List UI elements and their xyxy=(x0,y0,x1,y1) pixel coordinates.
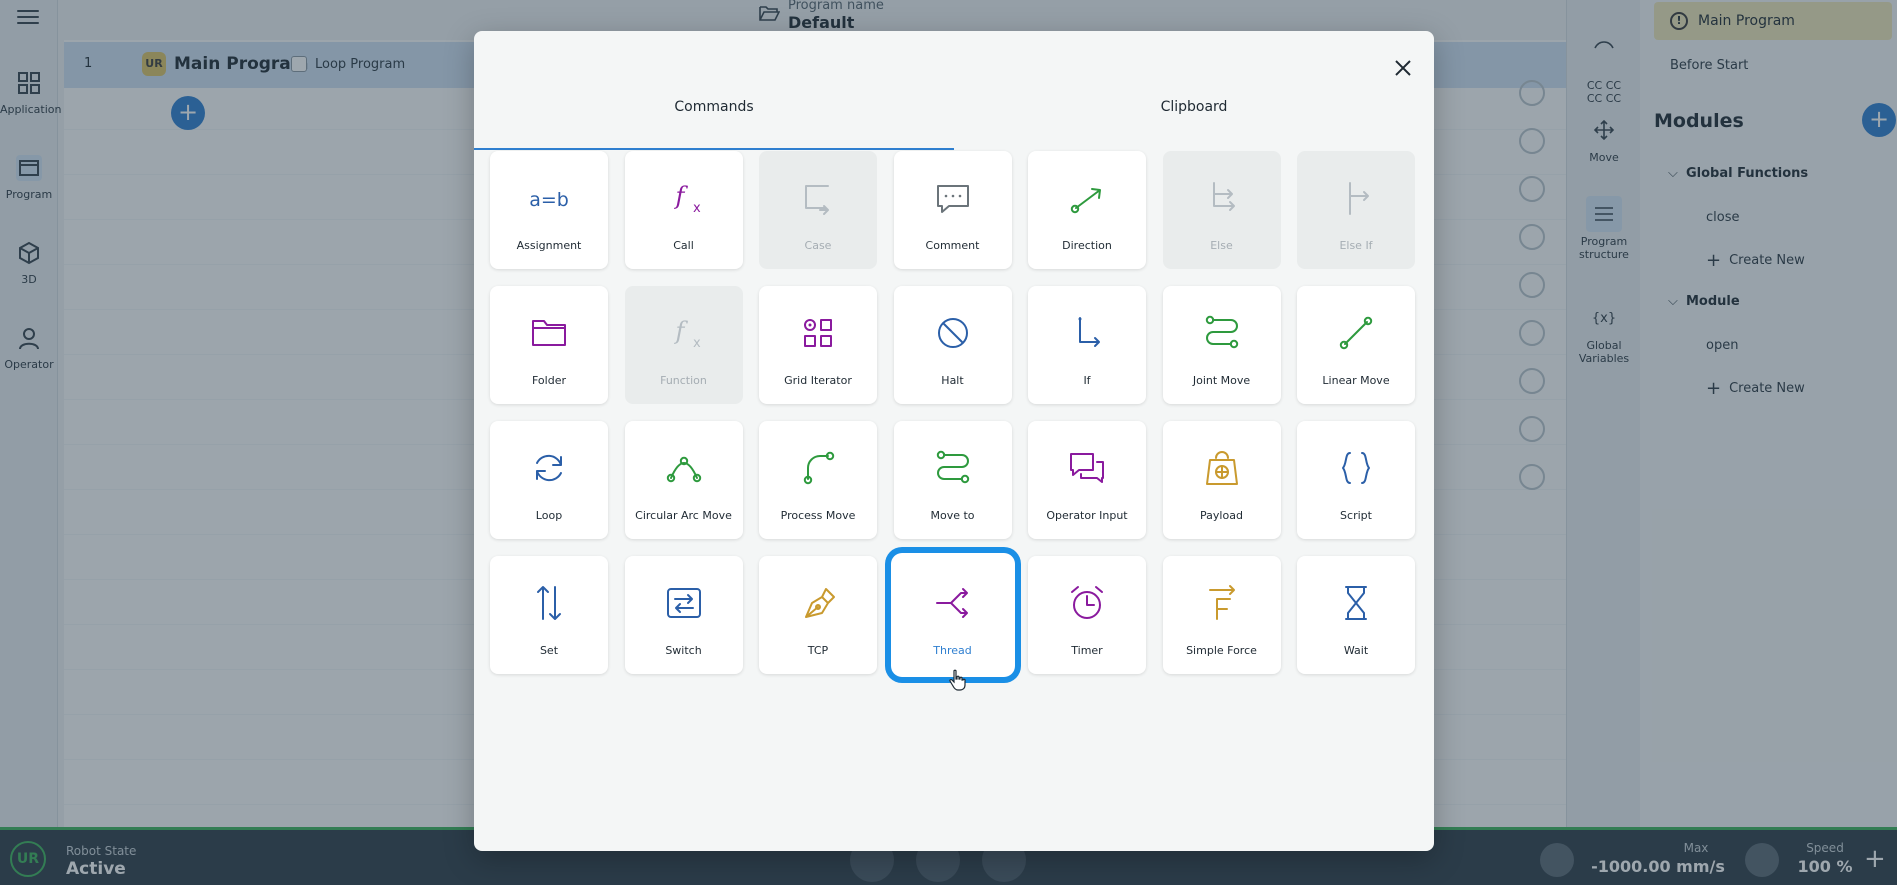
assignment-icon: a=b xyxy=(529,178,569,218)
command-label: Operator Input xyxy=(1046,509,1128,522)
command-label: Function xyxy=(660,374,707,387)
script-icon xyxy=(1336,448,1376,488)
command-label: Assignment xyxy=(516,239,582,252)
loop-icon xyxy=(529,448,569,488)
command-label: Loop xyxy=(535,509,563,522)
command-script-button[interactable]: Script xyxy=(1297,421,1415,539)
wait-icon xyxy=(1336,583,1376,623)
thread-icon xyxy=(933,583,973,623)
command-label: Script xyxy=(1340,509,1372,522)
command-label: Payload xyxy=(1200,509,1243,522)
command-set-button[interactable]: Set xyxy=(490,556,608,674)
command-tcp-button[interactable]: TCP xyxy=(759,556,877,674)
comment-icon xyxy=(933,178,973,218)
set-icon xyxy=(529,583,569,623)
joint-move-icon xyxy=(1202,313,1242,353)
command-label: Else xyxy=(1210,239,1233,252)
dialog-tabs: Commands Clipboard xyxy=(474,87,1434,151)
command-circular-arc-move-button[interactable]: Circular Arc Move xyxy=(624,421,743,539)
command-thread-button[interactable]: Thread xyxy=(893,556,1012,674)
command-switch-button[interactable]: Switch xyxy=(624,556,743,674)
command-label: Case xyxy=(804,239,832,252)
command-label: Direction xyxy=(1062,239,1112,252)
svg-text:x: x xyxy=(693,201,701,216)
command-label: Thread xyxy=(933,644,972,657)
command-label: Switch xyxy=(665,644,702,657)
else-if-icon xyxy=(1336,178,1376,218)
tab-clipboard[interactable]: Clipboard xyxy=(954,87,1434,151)
command-label: Circular Arc Move xyxy=(635,509,732,522)
command-loop-button[interactable]: Loop xyxy=(490,421,608,539)
command-label: Call xyxy=(673,239,694,252)
function-icon: fx xyxy=(664,313,704,353)
command-label: Timer xyxy=(1071,644,1103,657)
command-label: Move to xyxy=(930,509,975,522)
svg-text:f: f xyxy=(673,182,688,210)
tcp-icon xyxy=(798,583,838,623)
command-label: TCP xyxy=(807,644,829,657)
command-linear-move-button[interactable]: Linear Move xyxy=(1297,286,1415,404)
svg-text:f: f xyxy=(673,317,688,345)
command-else-button: Else xyxy=(1162,151,1281,269)
command-function-button: f x Function xyxy=(624,286,743,404)
command-assignment-button[interactable]: a=b Assignment xyxy=(490,151,608,269)
command-label: If xyxy=(1083,374,1091,387)
command-operator-input-button[interactable]: Operator Input xyxy=(1028,421,1146,539)
close-icon[interactable] xyxy=(1388,53,1418,83)
command-comment-button[interactable]: Comment xyxy=(893,151,1012,269)
command-label: Set xyxy=(539,644,559,657)
command-label: Else If xyxy=(1339,239,1373,252)
command-joint-move-button[interactable]: Joint Move xyxy=(1162,286,1281,404)
command-move-to-button[interactable]: Move to xyxy=(893,421,1012,539)
command-halt-button[interactable]: Halt xyxy=(893,286,1012,404)
svg-text:a=b: a=b xyxy=(529,189,569,211)
add-command-dialog: Commands Clipboard a=b Assignment f x Call Ca… xyxy=(474,31,1434,851)
svg-text:x: x xyxy=(693,336,701,351)
circular-arc-move-icon xyxy=(664,448,704,488)
command-label: Joint Move xyxy=(1192,374,1251,387)
grid-iterator-icon xyxy=(798,313,838,353)
command-wait-button[interactable]: Wait xyxy=(1297,556,1415,674)
command-else-if-button: Else If xyxy=(1297,151,1415,269)
tab-commands[interactable]: Commands xyxy=(474,87,954,150)
payload-icon xyxy=(1202,448,1242,488)
command-folder-button[interactable]: Folder xyxy=(490,286,608,404)
command-label: Folder xyxy=(532,374,566,387)
command-label: Halt xyxy=(941,374,964,387)
folder-icon xyxy=(529,313,569,353)
command-label: Comment xyxy=(925,239,980,252)
pointer-cursor-icon xyxy=(949,669,966,691)
linear-move-icon xyxy=(1336,313,1376,353)
command-if-button[interactable]: If xyxy=(1028,286,1146,404)
command-simple-force-button[interactable]: Simple Force xyxy=(1162,556,1281,674)
operator-input-icon xyxy=(1067,448,1107,488)
simple-force-icon xyxy=(1202,583,1242,623)
command-grid: a=b Assignment f x Call Case Comment Direction E… xyxy=(490,151,1418,674)
command-label: Simple Force xyxy=(1186,644,1257,657)
switch-icon xyxy=(664,583,704,623)
function-call-icon: fx xyxy=(664,178,704,218)
process-move-icon xyxy=(798,448,838,488)
else-icon xyxy=(1202,178,1242,218)
command-label: Linear Move xyxy=(1322,374,1390,387)
command-label: Wait xyxy=(1343,644,1369,657)
direction-icon xyxy=(1067,178,1107,218)
command-direction-button[interactable]: Direction xyxy=(1028,151,1146,269)
move-to-icon xyxy=(933,448,973,488)
if-icon xyxy=(1067,313,1107,353)
command-grid-iterator-button[interactable]: Grid Iterator xyxy=(759,286,877,404)
command-timer-button[interactable]: Timer xyxy=(1028,556,1146,674)
command-process-move-button[interactable]: Process Move xyxy=(759,421,877,539)
halt-icon xyxy=(933,313,973,353)
command-label: Process Move xyxy=(780,509,856,522)
command-call-button[interactable]: f x Call xyxy=(624,151,743,269)
command-payload-button[interactable]: Payload xyxy=(1162,421,1281,539)
command-case-button: Case xyxy=(759,151,877,269)
command-label: Grid Iterator xyxy=(784,374,852,387)
case-icon xyxy=(798,178,838,218)
timer-icon xyxy=(1067,583,1107,623)
